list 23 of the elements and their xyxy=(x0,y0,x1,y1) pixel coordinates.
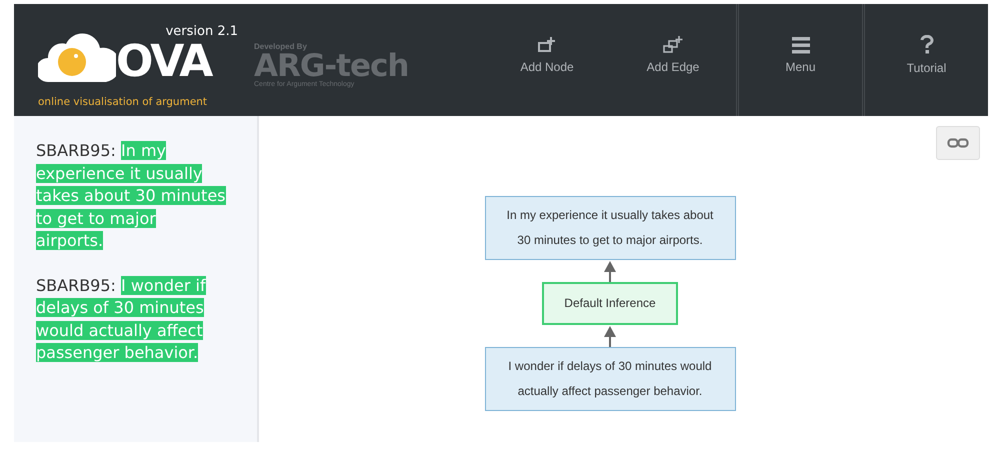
add-node-icon xyxy=(537,36,557,54)
transcript-entry: SBARB95: In my experience it usually takes about 30 minutes to get to major airports. xyxy=(36,140,226,252)
transcript-entry: SBARB95: I wonder if delays of 30 minutes would actually affect passenger behavior. xyxy=(36,274,207,364)
arrow xyxy=(604,261,616,282)
menu-button[interactable]: Menu xyxy=(736,4,862,116)
logo-tagline: online visualisation of argument xyxy=(38,96,208,108)
arrow xyxy=(604,326,616,347)
cloud-egg-logo-icon xyxy=(38,32,116,84)
information-node[interactable]: In my experience it usually takes about 30 minutes to get to major airports. xyxy=(484,196,736,260)
tutorial-button[interactable]: Tutorial xyxy=(862,4,988,116)
logo-title: OVA xyxy=(116,36,212,87)
link-button[interactable] xyxy=(936,126,980,160)
add-edge-icon xyxy=(662,36,684,54)
version-label: version 2.1 xyxy=(166,24,238,39)
add-node-button[interactable]: Add Node xyxy=(484,4,610,116)
add-edge-button[interactable]: Add Edge xyxy=(610,4,736,116)
question-icon xyxy=(920,35,934,55)
information-node[interactable]: I wonder if delays of 30 minutes would actually affect passenger behavior. xyxy=(484,347,736,411)
menu-icon xyxy=(790,36,810,54)
inference-node[interactable]: Default Inference xyxy=(542,282,678,325)
link-icon xyxy=(947,138,969,148)
developer-name: ARG-tech xyxy=(254,51,408,81)
developer-prefix: Developed By xyxy=(254,42,308,51)
